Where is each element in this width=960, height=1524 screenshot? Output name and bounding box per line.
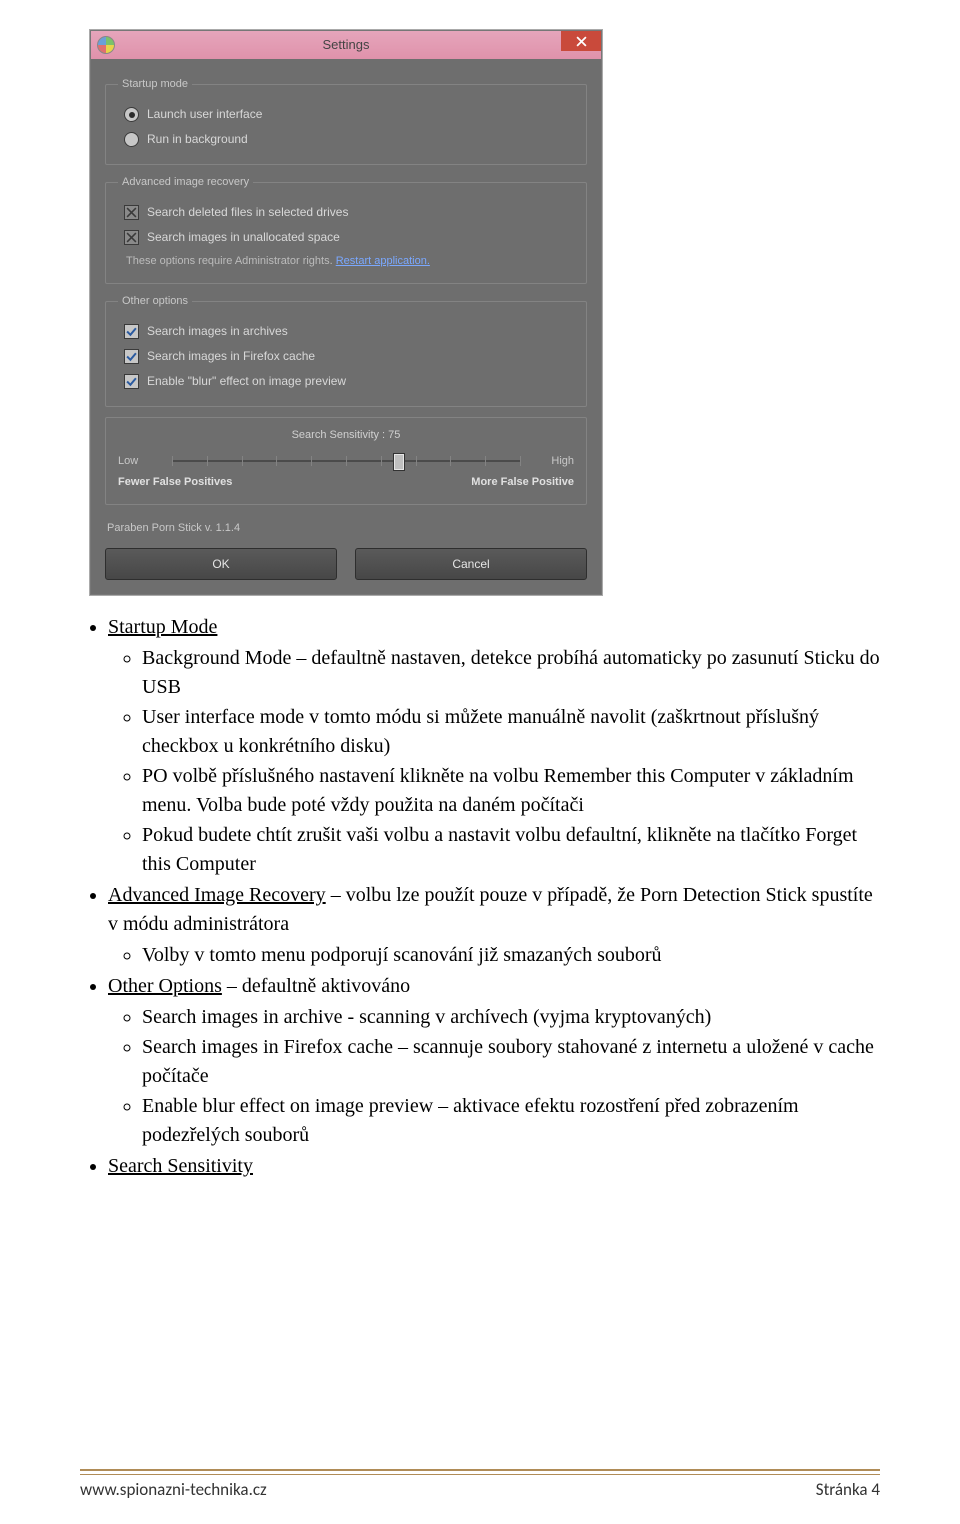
slider-track[interactable] <box>172 449 520 473</box>
check-archives[interactable] <box>124 324 139 339</box>
group-advanced: Advanced image recovery Search deleted f… <box>105 175 587 284</box>
slider-low-label: Low <box>118 454 162 469</box>
caption-more: More False Positive <box>471 475 574 490</box>
check-deleted[interactable] <box>124 205 139 220</box>
slider-thumb[interactable] <box>393 453 405 471</box>
slider-row: Low High <box>118 449 574 473</box>
radio-background[interactable] <box>124 132 139 147</box>
group-advanced-legend: Advanced image recovery <box>118 175 253 190</box>
check-row-archives[interactable]: Search images in archives <box>118 319 574 344</box>
radio-row-background[interactable]: Run in background <box>118 127 574 152</box>
radio-launch[interactable] <box>124 107 139 122</box>
titlebar: Settings <box>91 31 601 59</box>
bullet-advanced: Advanced Image Recovery – volbu lze použ… <box>108 881 880 970</box>
group-startup-legend: Startup mode <box>118 77 192 92</box>
advanced-note-text: These options require Administrator righ… <box>126 255 333 267</box>
sensitivity-title: Search Sensitivity <box>108 1155 253 1177</box>
advanced-note: These options require Administrator righ… <box>118 250 574 271</box>
sub-other-blur: Enable blur effect on image preview – ak… <box>142 1092 880 1150</box>
footer-site: www.spionazni-technika.cz <box>80 1479 267 1500</box>
check-firefox[interactable] <box>124 349 139 364</box>
slider-high-label: High <box>530 454 574 469</box>
sub-user-interface: User interface mode v tomto módu si může… <box>142 703 880 761</box>
window-body: Startup mode Launch user interface Run i… <box>91 59 601 594</box>
check-row-firefox[interactable]: Search images in Firefox cache <box>118 344 574 369</box>
check-row-unalloc[interactable]: Search images in unallocated space <box>118 225 574 250</box>
check-deleted-label: Search deleted files in selected drives <box>147 205 348 220</box>
footer-rule <box>80 1469 880 1475</box>
group-other-legend: Other options <box>118 294 192 309</box>
version-label: Paraben Porn Stick v. 1.1.4 <box>105 515 587 546</box>
other-title: Other Options <box>108 975 222 997</box>
check-blur[interactable] <box>124 374 139 389</box>
sub-other-firefox: Search images in Firefox cache – scannuj… <box>142 1033 880 1091</box>
other-rest: – defaultně aktivováno <box>222 975 410 997</box>
check-blur-label: Enable "blur" effect on image preview <box>147 374 346 389</box>
sub-forget: Pokud budete chtít zrušit vaši volbu a n… <box>142 821 880 879</box>
radio-background-label: Run in background <box>147 132 248 147</box>
check-unalloc-label: Search images in unallocated space <box>147 230 340 245</box>
radio-row-launch[interactable]: Launch user interface <box>118 102 574 127</box>
window-title: Settings <box>91 31 601 59</box>
group-startup: Startup mode Launch user interface Run i… <box>105 77 587 165</box>
check-unalloc[interactable] <box>124 230 139 245</box>
slider-captions: Fewer False Positives More False Positiv… <box>118 475 574 490</box>
restart-link[interactable]: Restart application. <box>336 255 430 267</box>
footer-page: Stránka 4 <box>816 1479 880 1500</box>
check-row-blur[interactable]: Enable "blur" effect on image preview <box>118 369 574 394</box>
page-footer: www.spionazni-technika.cz Stránka 4 <box>80 1469 880 1500</box>
document-text: Startup Mode Background Mode – defaultně… <box>80 613 880 1181</box>
bullet-other: Other Options – defaultně aktivováno Sea… <box>108 972 880 1150</box>
advanced-title: Advanced Image Recovery <box>108 884 326 906</box>
close-icon <box>576 36 587 47</box>
group-other: Other options Search images in archives … <box>105 294 587 407</box>
cancel-button[interactable]: Cancel <box>355 548 587 580</box>
settings-window: Settings Startup mode Launch user interf… <box>90 30 602 595</box>
bullet-sensitivity: Search Sensitivity <box>108 1152 880 1181</box>
check-row-deleted[interactable]: Search deleted files in selected drives <box>118 200 574 225</box>
sub-remember: PO volbě příslušného nastavení klikněte … <box>142 762 880 820</box>
slider-title: Search Sensitivity : 75 <box>118 428 574 443</box>
close-button[interactable] <box>561 31 601 51</box>
radio-launch-label: Launch user interface <box>147 107 262 122</box>
bullet-startup-mode: Startup Mode Background Mode – defaultně… <box>108 613 880 879</box>
sub-advanced-scan: Volby v tomto menu podporují scanování j… <box>142 941 880 970</box>
check-firefox-label: Search images in Firefox cache <box>147 349 315 364</box>
sub-other-archive: Search images in archive - scanning v ar… <box>142 1003 880 1032</box>
caption-fewer: Fewer False Positives <box>118 475 232 490</box>
button-row: OK Cancel <box>105 548 587 580</box>
check-archives-label: Search images in archives <box>147 324 288 339</box>
group-sensitivity: Search Sensitivity : 75 Low High Fewer F… <box>105 417 587 505</box>
ok-button[interactable]: OK <box>105 548 337 580</box>
startup-mode-title: Startup Mode <box>108 616 217 638</box>
sub-background-mode: Background Mode – defaultně nastaven, de… <box>142 644 880 702</box>
